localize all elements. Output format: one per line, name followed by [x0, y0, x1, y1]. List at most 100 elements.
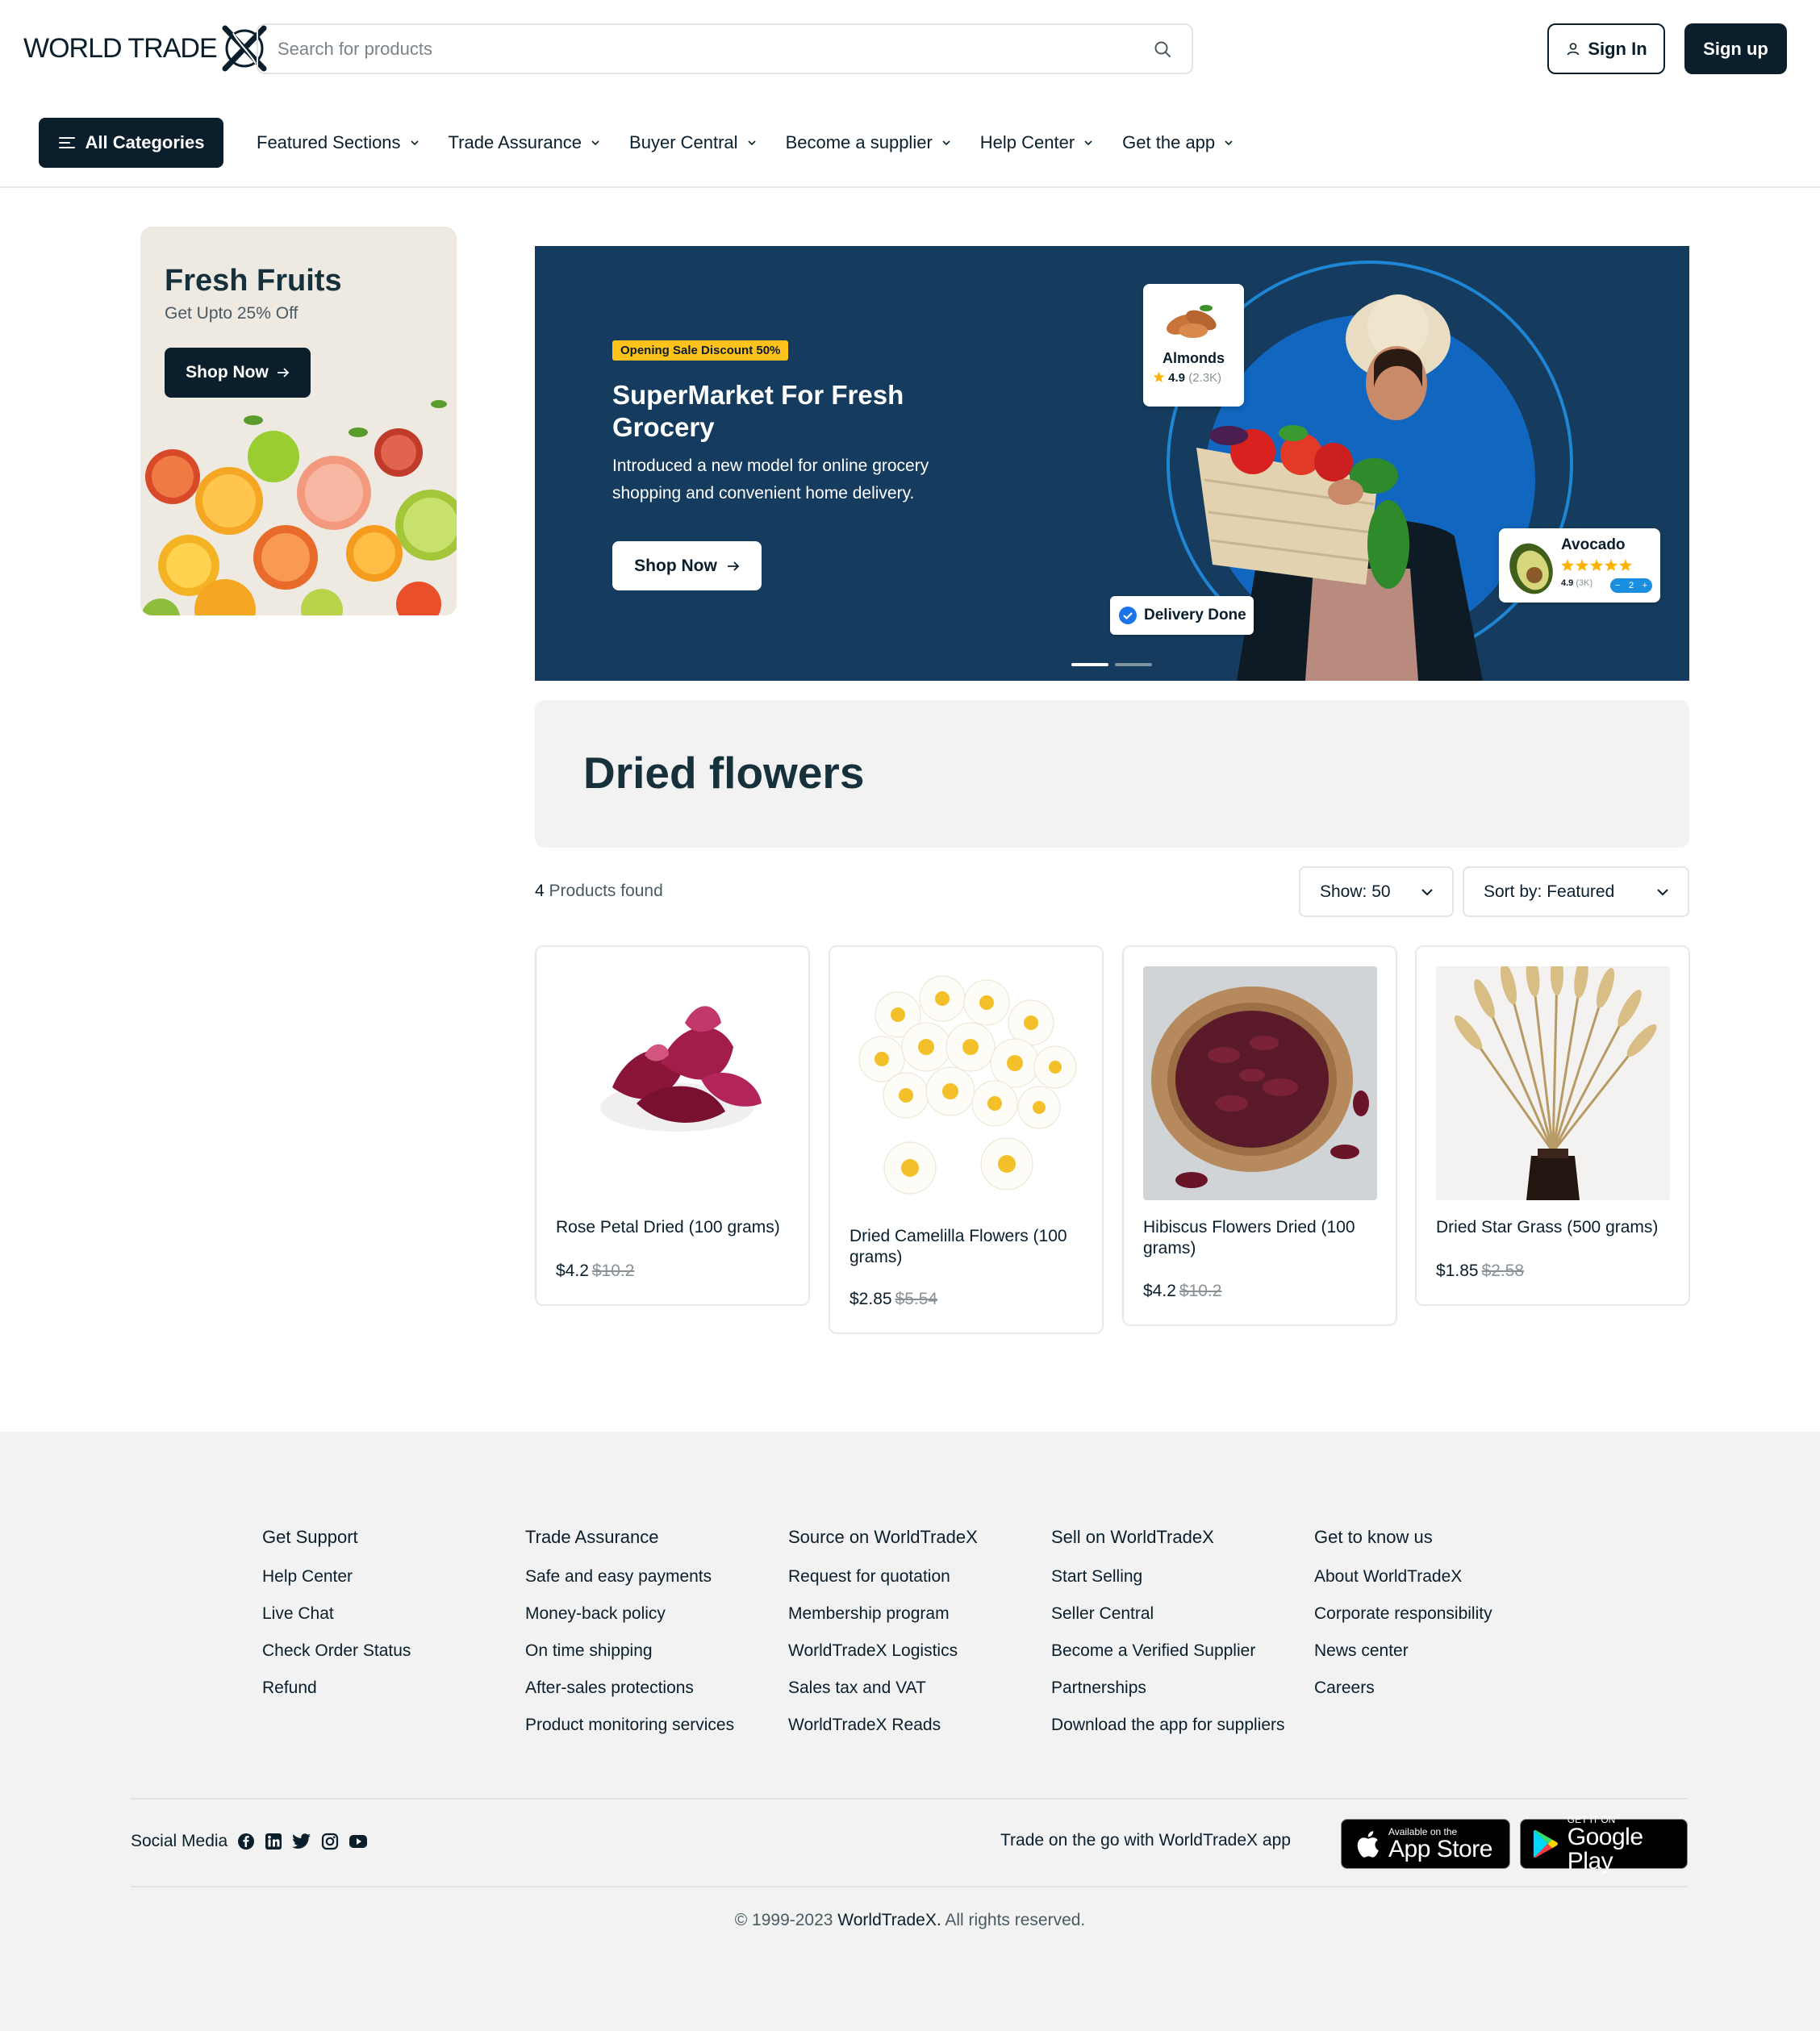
- price-original: $10.2: [591, 1262, 635, 1280]
- footer-link[interactable]: Membership program: [788, 1604, 978, 1623]
- footer-link[interactable]: Corporate responsibility: [1314, 1604, 1492, 1623]
- sale-badge: Opening Sale Discount 50%: [612, 340, 789, 361]
- product-card[interactable]: Hibiscus Flowers Dried (100 grams) $4.2 $…: [1122, 945, 1397, 1326]
- footer-col-source: Source on WorldTradeX Request for quotat…: [788, 1527, 978, 1753]
- avocado-qty-stepper[interactable]: −2 +: [1610, 578, 1652, 593]
- show-count-select[interactable]: Show: 50: [1299, 866, 1454, 917]
- footer-link[interactable]: Money-back policy: [525, 1604, 734, 1623]
- footer-link[interactable]: Sales tax and VAT: [788, 1679, 978, 1697]
- logo[interactable]: WORLD TRADE: [23, 24, 269, 73]
- product-name[interactable]: Hibiscus Flowers Dried (100 grams): [1143, 1217, 1381, 1259]
- hero-shop-now-button[interactable]: Shop Now: [612, 541, 762, 590]
- footer-link[interactable]: WorldTradeX Logistics: [788, 1641, 978, 1660]
- product-card[interactable]: Rose Petal Dried (100 grams) $4.2 $10.2: [535, 945, 810, 1306]
- nav-buyer-central[interactable]: Buyer Central: [629, 132, 758, 153]
- product-image-rose-petals[interactable]: [556, 966, 790, 1200]
- chevron-down-icon: [1225, 140, 1233, 146]
- price-current: $1.85: [1436, 1262, 1479, 1280]
- footer-link[interactable]: WorldTradeX Reads: [788, 1716, 978, 1734]
- products-found-label: Products found: [549, 882, 663, 900]
- user-icon: [1567, 42, 1580, 55]
- footer-link[interactable]: Seller Central: [1051, 1604, 1285, 1623]
- arrow-right-icon: [727, 561, 740, 571]
- sort-select[interactable]: Sort by: Featured: [1463, 866, 1689, 917]
- footer-link[interactable]: About WorldTradeX: [1314, 1567, 1492, 1586]
- product-image-star-grass[interactable]: [1436, 966, 1670, 1200]
- footer-link[interactable]: Check Order Status: [262, 1641, 411, 1660]
- product-name[interactable]: Dried Camelilla Flowers (100 grams): [849, 1226, 1087, 1268]
- twitter-icon[interactable]: [292, 1833, 311, 1850]
- linkedin-icon[interactable]: [265, 1833, 282, 1850]
- hero-title: SuperMarket For Fresh Grocery: [612, 380, 904, 442]
- search-input[interactable]: [278, 38, 1153, 60]
- footer-link[interactable]: News center: [1314, 1641, 1492, 1660]
- footer-link[interactable]: Product monitoring services: [525, 1716, 734, 1734]
- product-image-hibiscus[interactable]: [1143, 966, 1377, 1200]
- footer-link[interactable]: Download the app for suppliers: [1051, 1716, 1285, 1734]
- footer-link[interactable]: Request for quotation: [788, 1567, 978, 1586]
- chevron-down-icon: [410, 140, 419, 146]
- app-store-button[interactable]: Available on the App Store: [1341, 1819, 1510, 1869]
- minus-icon[interactable]: −: [1615, 581, 1620, 590]
- avocado-image: [1509, 543, 1553, 594]
- footer-link[interactable]: Safe and easy payments: [525, 1567, 734, 1586]
- nav-become-supplier[interactable]: Become a supplier: [786, 132, 952, 153]
- product-image-camelilla[interactable]: [849, 966, 1083, 1200]
- promo-subtitle: Get Upto 25% Off: [165, 304, 298, 323]
- promo-shop-now-button[interactable]: Shop Now: [165, 348, 311, 398]
- footer-link[interactable]: On time shipping: [525, 1641, 734, 1660]
- all-categories-button[interactable]: All Categories: [39, 118, 223, 168]
- almonds-image: [1166, 305, 1217, 338]
- apple-icon: [1357, 1831, 1379, 1858]
- copyright-brand[interactable]: WorldTradeX.: [837, 1911, 941, 1929]
- carousel-dot-2[interactable]: [1115, 663, 1152, 666]
- five-star-rating-icon: [1561, 559, 1632, 571]
- footer-link[interactable]: Partnerships: [1051, 1679, 1285, 1697]
- sign-up-button[interactable]: Sign up: [1684, 23, 1787, 74]
- footer-link[interactable]: Careers: [1314, 1679, 1492, 1697]
- price-current: $2.85: [849, 1290, 892, 1308]
- app-store-line2: App Store: [1388, 1835, 1492, 1862]
- facebook-icon[interactable]: [237, 1833, 255, 1850]
- search-bar: [257, 23, 1193, 74]
- main-nav: Featured Sections Trade Assurance Buyer …: [257, 118, 1263, 168]
- product-price: $4.2 $10.2: [556, 1262, 634, 1281]
- footer-link[interactable]: Refund: [262, 1679, 411, 1697]
- sign-in-button[interactable]: Sign In: [1547, 23, 1665, 74]
- nav-get-the-app[interactable]: Get the app: [1122, 132, 1234, 153]
- nav-help-center[interactable]: Help Center: [980, 132, 1094, 153]
- all-categories-label: All Categories: [85, 132, 205, 152]
- hero-shop-now-label: Shop Now: [634, 556, 717, 575]
- product-card[interactable]: Dried Camelilla Flowers (100 grams) $2.8…: [829, 945, 1104, 1334]
- carousel-dot-1[interactable]: [1071, 663, 1108, 666]
- hibiscus-flowers-image: [1143, 966, 1377, 1200]
- footer-col-get-to-know-us: Get to know us About WorldTradeX Corpora…: [1314, 1527, 1492, 1716]
- nav-trade-assurance[interactable]: Trade Assurance: [449, 132, 602, 153]
- footer-link[interactable]: Become a Verified Supplier: [1051, 1641, 1285, 1660]
- camelilla-flowers-image: [858, 975, 1077, 1195]
- fresh-fruits-promo: Fresh Fruits Get Upto 25% Off Shop Now: [140, 227, 457, 615]
- footer-link[interactable]: Help Center: [262, 1567, 411, 1586]
- avocado-rating: 4.9 (3K): [1561, 578, 1592, 588]
- nav-featured-sections[interactable]: Featured Sections: [257, 132, 420, 153]
- avocado-qty-value: 2: [1628, 581, 1634, 590]
- products-count: 4: [535, 882, 545, 900]
- product-name[interactable]: Dried Star Grass (500 grams): [1436, 1217, 1674, 1238]
- youtube-icon[interactable]: [349, 1834, 368, 1849]
- product-name[interactable]: Rose Petal Dried (100 grams): [556, 1217, 794, 1238]
- footer-link[interactable]: Live Chat: [262, 1604, 411, 1623]
- instagram-icon[interactable]: [321, 1833, 339, 1850]
- search-icon[interactable]: [1153, 40, 1172, 59]
- verified-check-icon: [1119, 607, 1137, 624]
- sort-value: Sort by: Featured: [1484, 882, 1615, 901]
- nav-label: Become a supplier: [785, 132, 933, 152]
- google-play-icon: [1533, 1829, 1558, 1858]
- plus-icon[interactable]: +: [1643, 581, 1647, 590]
- sign-in-label: Sign In: [1588, 38, 1647, 59]
- delivery-done-label: Delivery Done: [1144, 607, 1246, 623]
- footer-link[interactable]: After-sales protections: [525, 1679, 734, 1697]
- product-card[interactable]: Dried Star Grass (500 grams) $1.85 $2.58: [1415, 945, 1690, 1306]
- google-play-button[interactable]: GET IT ON Google Play: [1520, 1814, 1688, 1873]
- footer-link[interactable]: Start Selling: [1051, 1567, 1285, 1586]
- star-grass-image: [1436, 966, 1670, 1200]
